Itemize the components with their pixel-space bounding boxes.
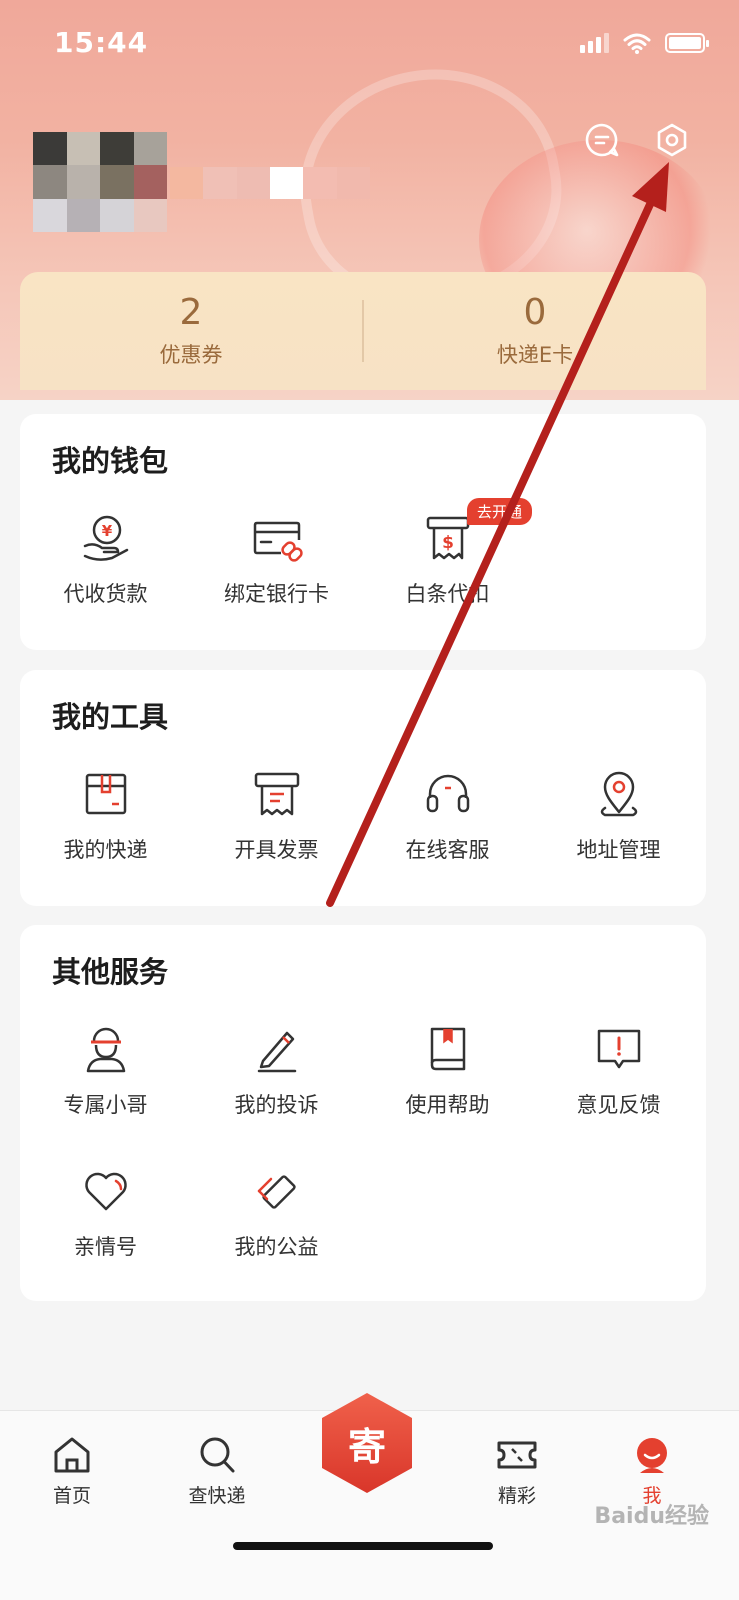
- tools-card: 我的工具 我的快递 开具发票 在线客服 地址管理: [20, 670, 706, 906]
- wifi-icon: [623, 33, 651, 54]
- service-item-label: 使用帮助: [405, 1093, 490, 1117]
- tab-label: 精彩: [497, 1485, 536, 1507]
- home-icon: [54, 1437, 90, 1473]
- wallet-item-label: 代收货款: [63, 582, 148, 606]
- signal-icon: [580, 33, 609, 53]
- svg-text:$: $: [442, 533, 454, 553]
- coupon-stat[interactable]: 2 优惠券: [20, 272, 362, 390]
- tab-featured[interactable]: 精彩: [467, 1433, 567, 1508]
- tool-item-label: 我的快递: [63, 838, 148, 862]
- invoice-icon: [254, 772, 299, 816]
- location-pin-icon: [600, 771, 637, 817]
- charity-icon: [257, 1175, 296, 1209]
- wallet-item-label: 绑定银行卡: [224, 582, 329, 606]
- coupon-count: 2: [179, 292, 203, 333]
- other-services-card: 其他服务 专属小哥 我的投诉 使用帮助 意见反馈 亲情号 我的公益: [20, 925, 706, 1301]
- service-item-label: 我的公益: [234, 1235, 319, 1259]
- coin-hand-icon: ¥: [83, 515, 128, 561]
- settings-gear-icon: [657, 123, 687, 157]
- baidu-watermark: Baidu经验: [594, 1504, 709, 1529]
- wallet-item-cod[interactable]: ¥ 代收货款: [20, 510, 191, 630]
- tab-home[interactable]: 首页: [22, 1433, 122, 1508]
- profile-icon: [637, 1438, 667, 1473]
- tool-item-invoice[interactable]: 开具发票: [191, 766, 362, 886]
- wallet-item-label: 白条代扣: [405, 582, 490, 606]
- tab-label: 首页: [52, 1485, 91, 1507]
- stats-card: 2 优惠券 0 快递E卡: [20, 272, 706, 390]
- activate-badge[interactable]: 去开通: [467, 498, 533, 525]
- receipt-dollar-icon: $: [426, 516, 469, 560]
- service-item-label: 专属小哥: [63, 1093, 148, 1117]
- tools-title: 我的工具: [52, 700, 169, 734]
- wallet-title: 我的钱包: [52, 444, 169, 478]
- username-blurred: [170, 167, 370, 199]
- service-item-label: 亲情号: [74, 1235, 137, 1259]
- service-item-courier[interactable]: 专属小哥: [20, 1021, 191, 1141]
- status-time: 15:44: [54, 26, 149, 59]
- feedback-icon: [597, 1029, 640, 1069]
- status-bar: 15:44: [0, 0, 739, 90]
- ecard-count: 0: [523, 292, 547, 333]
- tab-me[interactable]: 我: [602, 1433, 702, 1508]
- tool-item-label: 在线客服: [405, 838, 490, 862]
- ticket-icon: [497, 1441, 537, 1469]
- service-item-feedback[interactable]: 意见反馈: [533, 1021, 704, 1141]
- headset-icon: [426, 774, 469, 813]
- service-item-family[interactable]: 亲情号: [20, 1163, 191, 1283]
- message-icon: [585, 123, 619, 157]
- battery-icon: [665, 33, 709, 53]
- book-icon: [430, 1027, 465, 1071]
- tool-item-customer-service[interactable]: 在线客服: [362, 766, 533, 886]
- other-services-title: 其他服务: [52, 955, 169, 989]
- coupon-label: 优惠券: [159, 343, 223, 367]
- tool-item-label: 开具发票: [234, 838, 319, 862]
- settings-button[interactable]: [652, 120, 692, 160]
- service-item-label: 我的投诉: [234, 1093, 319, 1117]
- tab-send[interactable]: 寄: [322, 1393, 412, 1493]
- ecard-stat[interactable]: 0 快递E卡: [364, 272, 706, 390]
- wallet-card: 我的钱包 ¥ 代收货款 绑定银行卡 $ 去开通 白条代扣: [20, 414, 706, 650]
- tool-item-label: 地址管理: [576, 838, 661, 862]
- search-icon: [200, 1437, 235, 1473]
- avatar[interactable]: [33, 132, 167, 232]
- tab-track[interactable]: 查快递: [167, 1433, 267, 1508]
- send-icon: 寄: [347, 1424, 386, 1469]
- wallet-item-bind-card[interactable]: 绑定银行卡: [191, 510, 362, 630]
- pen-icon: [257, 1031, 296, 1073]
- ecard-label: 快递E卡: [496, 343, 574, 367]
- package-icon: [85, 773, 126, 815]
- message-button[interactable]: [582, 120, 622, 160]
- home-indicator: [233, 1542, 493, 1550]
- courier-icon: [86, 1027, 125, 1073]
- tool-item-address[interactable]: 地址管理: [533, 766, 704, 886]
- svg-text:¥: ¥: [101, 522, 112, 540]
- wallet-item-baitiao[interactable]: $ 去开通 白条代扣: [362, 498, 533, 630]
- service-item-label: 意见反馈: [576, 1093, 661, 1117]
- tool-item-my-express[interactable]: 我的快递: [20, 766, 191, 886]
- service-item-complaint[interactable]: 我的投诉: [191, 1021, 362, 1141]
- tab-label: 查快递: [188, 1485, 246, 1507]
- bank-card-link-icon: [253, 521, 303, 562]
- service-item-charity[interactable]: 我的公益: [191, 1163, 362, 1283]
- service-item-help[interactable]: 使用帮助: [362, 1021, 533, 1141]
- heart-icon: [84, 1172, 127, 1211]
